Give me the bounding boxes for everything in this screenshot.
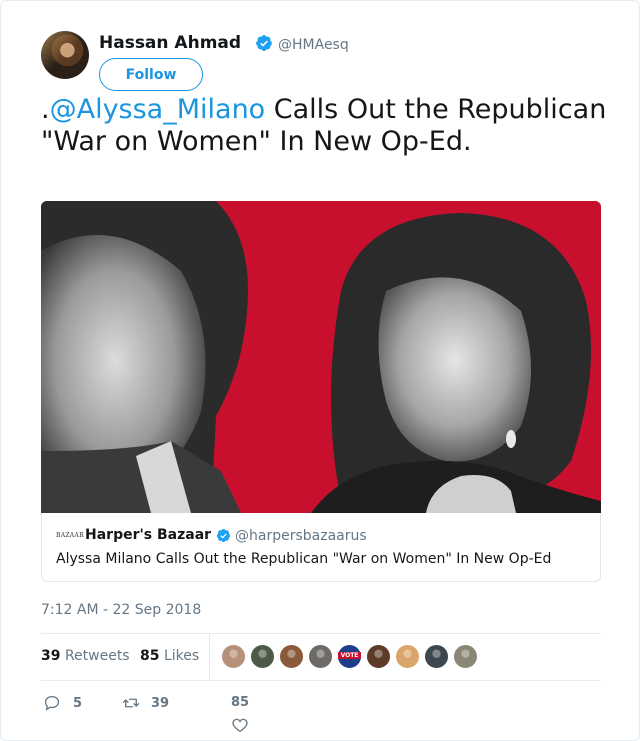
heart-icon	[232, 718, 248, 733]
tweet-card: Hassan Ahmad @HMAesq Follow .@Alyssa_Mil…	[0, 0, 640, 741]
divider	[41, 633, 601, 634]
tweet-timestamp[interactable]: 7:12 AM - 22 Sep 2018	[41, 602, 201, 618]
reply-action[interactable]: 5	[43, 694, 82, 712]
source-verified-badge-icon	[216, 528, 231, 543]
liker-avatar[interactable]	[308, 644, 333, 669]
reply-icon	[44, 695, 60, 711]
follow-button[interactable]: Follow	[99, 58, 203, 91]
author-handle[interactable]: @HMAesq	[278, 37, 349, 53]
liker-avatar[interactable]	[221, 644, 246, 669]
author-name[interactable]: Hassan Ahmad	[99, 33, 241, 53]
retweets-count: 39	[41, 648, 61, 664]
author-avatar[interactable]	[41, 31, 89, 79]
link-card-title[interactable]: Alyssa Milano Calls Out the Republican "…	[56, 551, 551, 567]
tweet-text: .@Alyssa_Milano Calls Out the Republican…	[41, 94, 611, 158]
liker-avatar-text: VOTE	[338, 652, 361, 659]
liker-avatar[interactable]	[395, 644, 420, 669]
like-action[interactable]: 85	[231, 695, 249, 734]
retweet-action[interactable]: 39	[121, 694, 169, 712]
liker-avatar[interactable]	[453, 644, 478, 669]
verified-badge-icon	[256, 35, 272, 51]
link-card-image[interactable]	[41, 201, 601, 513]
source-logo: BAZAAR	[56, 532, 84, 539]
liker-avatar[interactable]	[366, 644, 391, 669]
liker-avatar[interactable]: VOTE	[337, 644, 362, 669]
likes-stat[interactable]: 85 Likes	[140, 648, 199, 664]
like-count: 85	[231, 695, 250, 710]
mention-link[interactable]: @Alyssa_Milano	[50, 94, 266, 125]
retweet-icon	[122, 698, 140, 708]
liker-avatar[interactable]	[279, 644, 304, 669]
likes-label: Likes	[163, 648, 200, 664]
retweets-label: Retweets	[64, 648, 130, 664]
retweets-stat[interactable]: 39 Retweets	[41, 648, 130, 664]
tweet-text-prefix: .	[41, 94, 50, 125]
liker-avatar[interactable]	[424, 644, 449, 669]
article-photo	[41, 201, 601, 513]
reply-count: 5	[73, 695, 83, 711]
liker-avatar[interactable]	[250, 644, 275, 669]
likes-count: 85	[140, 648, 160, 664]
link-card[interactable]: BAZAAR Harper's Bazaar @harpersbazaarus …	[41, 513, 601, 582]
stats-separator	[209, 634, 210, 680]
divider	[41, 680, 601, 681]
source-handle[interactable]: @harpersbazaarus	[235, 528, 367, 544]
retweet-count: 39	[151, 695, 170, 711]
source-name[interactable]: Harper's Bazaar	[85, 527, 211, 543]
